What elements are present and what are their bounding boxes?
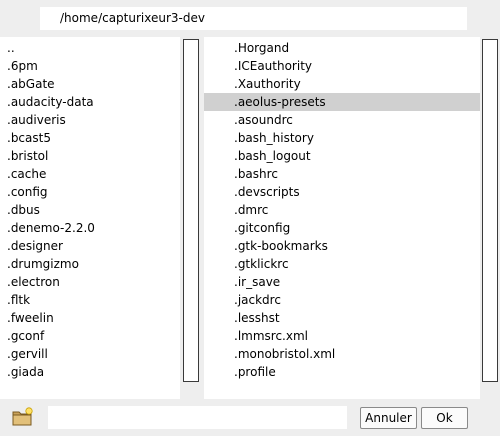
directory-item[interactable]: .bristol: [0, 147, 180, 165]
directory-item[interactable]: .gconf: [0, 327, 180, 345]
path-field[interactable]: /home/capturixeur3-dev: [40, 7, 467, 30]
new-folder-icon[interactable]: [11, 406, 35, 428]
file-item[interactable]: .ir_save: [204, 273, 480, 291]
directory-item[interactable]: .drumgizmo: [0, 255, 180, 273]
directory-item[interactable]: .electron: [0, 273, 180, 291]
file-item[interactable]: .asoundrc: [204, 111, 480, 129]
file-item[interactable]: .dmrc: [204, 201, 480, 219]
directory-scrollbar-thumb[interactable]: [183, 39, 199, 382]
directory-list[interactable]: .. .6pm .abGate .audacity-data .audiveris .bc…: [0, 37, 180, 399]
file-item[interactable]: .Horgand: [204, 39, 480, 57]
directory-scrollbar[interactable]: [181, 37, 201, 399]
file-item[interactable]: .Xauthority: [204, 75, 480, 93]
directory-item[interactable]: .6pm: [0, 57, 180, 75]
file-item[interactable]: .monobristol.xml: [204, 345, 480, 363]
file-scrollbar-thumb[interactable]: [482, 39, 498, 382]
file-item[interactable]: .lesshst: [204, 309, 480, 327]
file-scrollbar[interactable]: [480, 37, 500, 399]
directory-item[interactable]: .designer: [0, 237, 180, 255]
directory-item[interactable]: .bcast5: [0, 129, 180, 147]
file-item[interactable]: .ICEauthority: [204, 57, 480, 75]
cancel-button[interactable]: Annuler: [360, 407, 417, 429]
filename-input[interactable]: [48, 406, 347, 429]
directory-item[interactable]: .giada: [0, 363, 180, 381]
directory-item[interactable]: .gervill: [0, 345, 180, 363]
file-item[interactable]: .jackdrc: [204, 291, 480, 309]
file-item[interactable]: .bash_logout: [204, 147, 480, 165]
file-item[interactable]: .profile: [204, 363, 480, 381]
file-list[interactable]: .Horgand .ICEauthority .Xauthority .aeolus-…: [204, 37, 480, 399]
file-item[interactable]: .gitconfig: [204, 219, 480, 237]
directory-item[interactable]: .cache: [0, 165, 180, 183]
file-item[interactable]: .bashrc: [204, 165, 480, 183]
file-item[interactable]: .gtklickrc: [204, 255, 480, 273]
file-item[interactable]: .gtk-bookmarks: [204, 237, 480, 255]
directory-item[interactable]: .denemo-2.2.0: [0, 219, 180, 237]
directory-item[interactable]: .config: [0, 183, 180, 201]
directory-item[interactable]: .fweelin: [0, 309, 180, 327]
directory-item[interactable]: .dbus: [0, 201, 180, 219]
directory-item[interactable]: .audacity-data: [0, 93, 180, 111]
directory-item[interactable]: .audiveris: [0, 111, 180, 129]
directory-item[interactable]: .abGate: [0, 75, 180, 93]
directory-item[interactable]: ..: [0, 39, 180, 57]
directory-item[interactable]: .fltk: [0, 291, 180, 309]
file-item[interactable]: .bash_history: [204, 129, 480, 147]
file-item[interactable]: .devscripts: [204, 183, 480, 201]
file-item[interactable]: .lmmsrc.xml: [204, 327, 480, 345]
file-item-selected[interactable]: .aeolus-presets: [204, 93, 480, 111]
ok-button[interactable]: Ok: [421, 407, 468, 429]
